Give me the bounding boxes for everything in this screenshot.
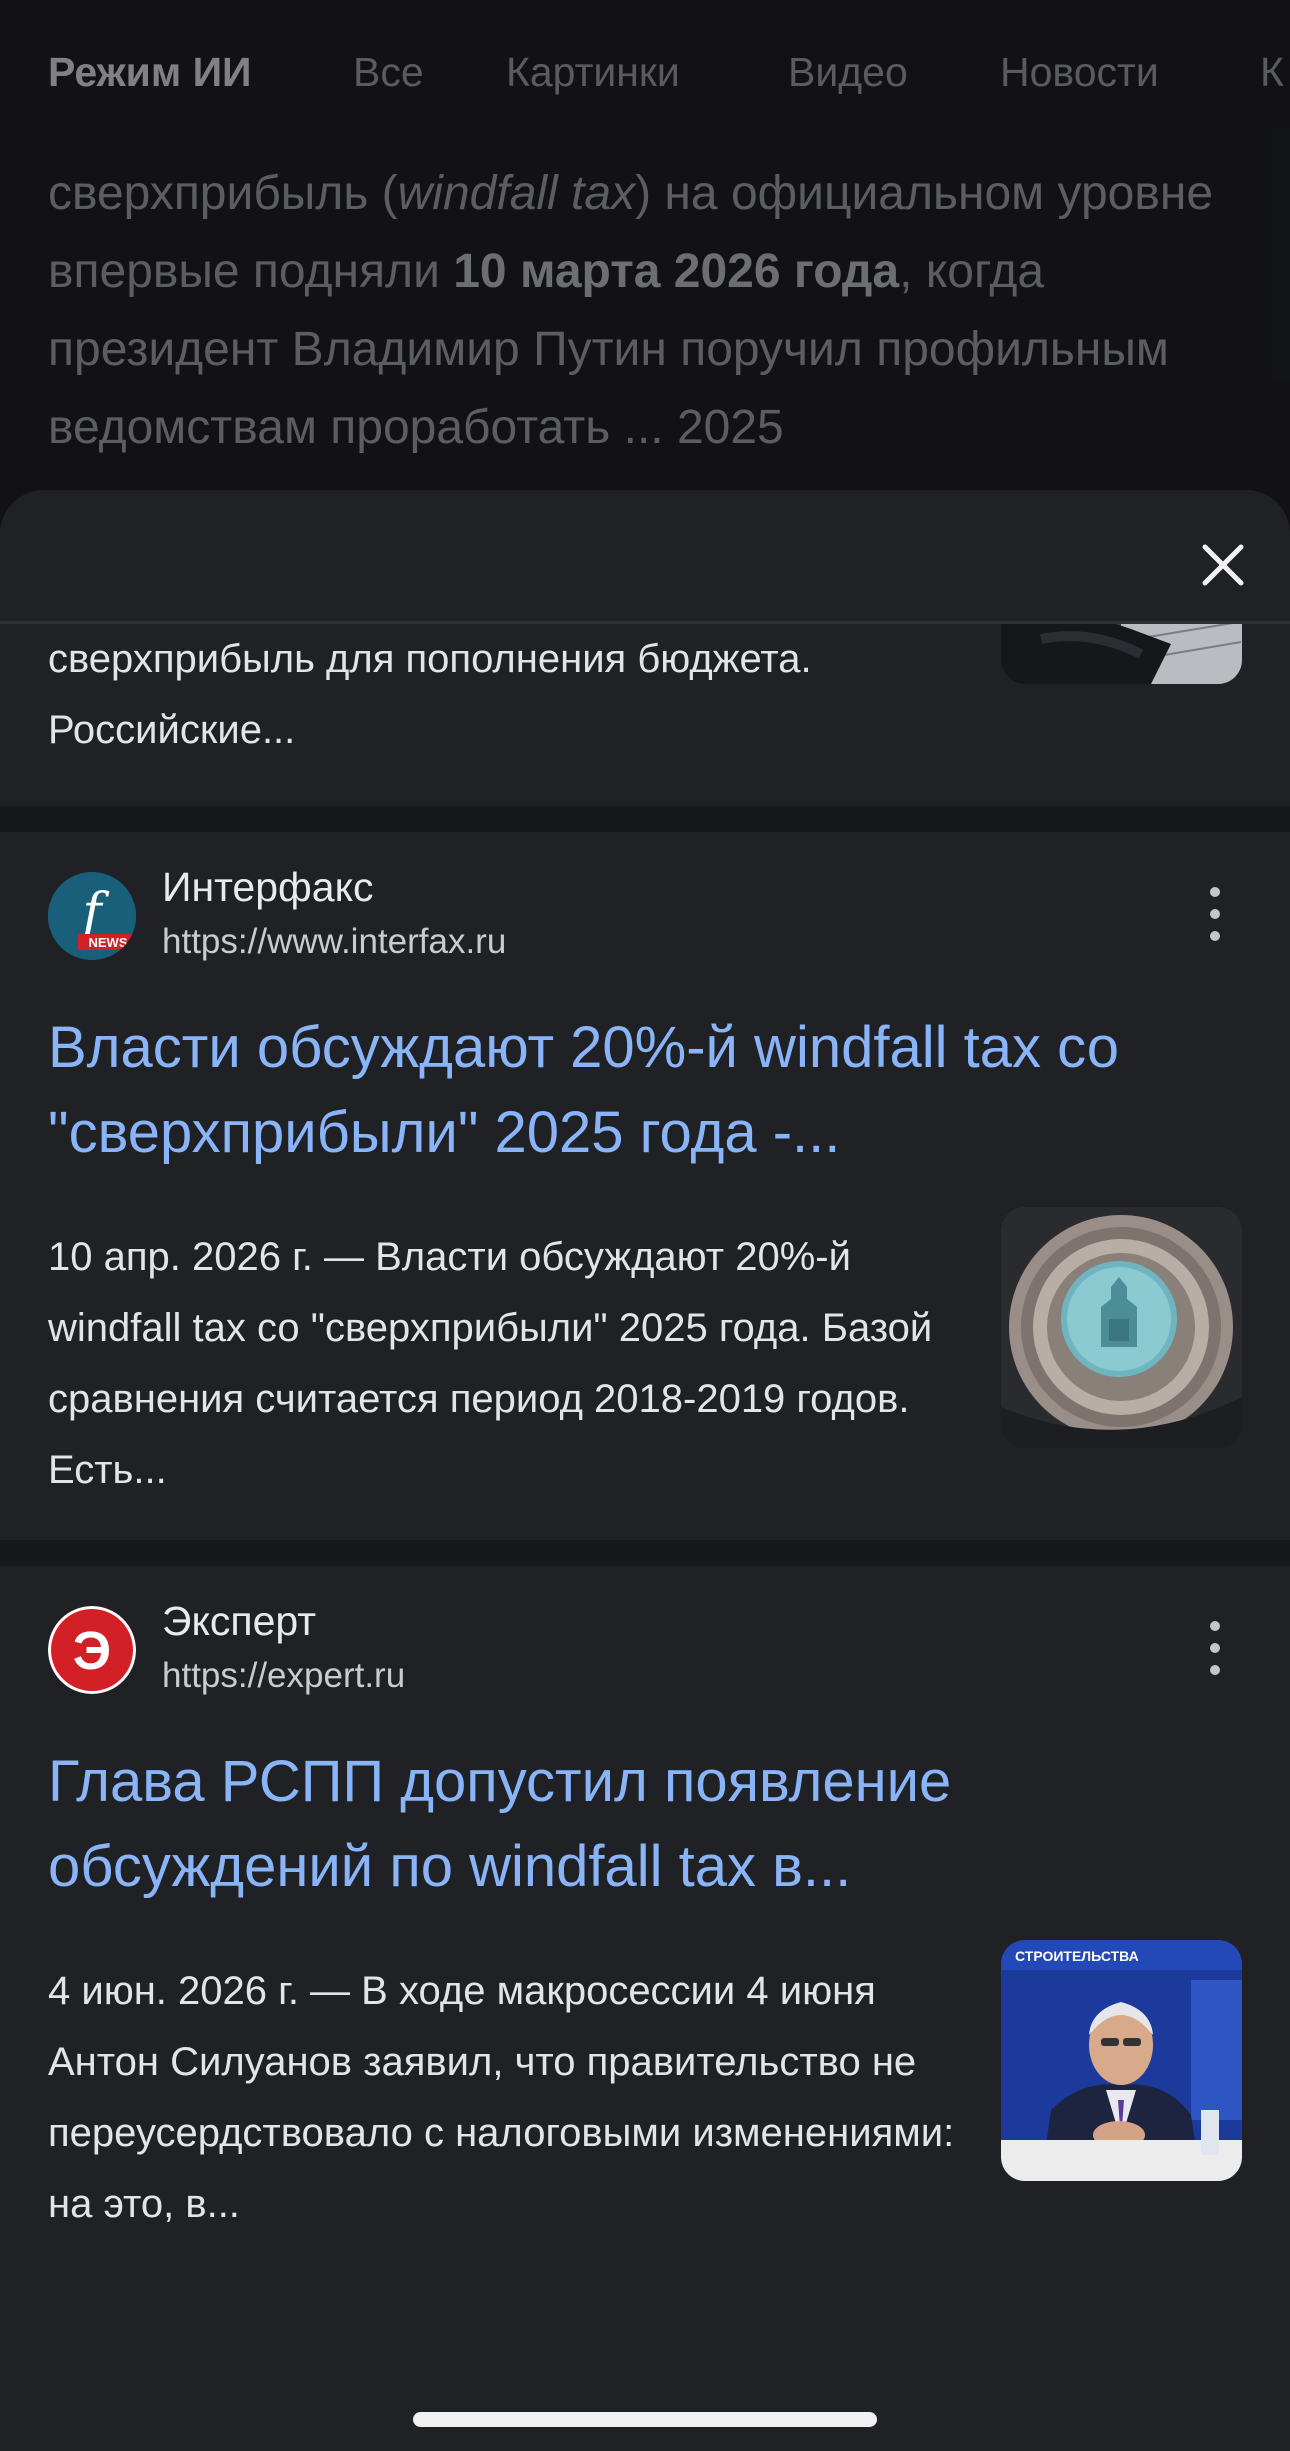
close-button[interactable] [1188,530,1258,600]
result-thumbnail[interactable] [1001,1207,1242,1448]
sources-bottom-sheet: сверхприбыль для пополнения бюджета. Рос… [0,490,1290,2451]
svg-text:Э: Э [73,1621,111,1681]
source-name: Интерфакс [162,864,374,910]
card-separator [0,806,1290,832]
result-card-interfax[interactable]: f NEWS Интерфакс https://www.interfax.ru… [0,832,1290,1540]
source-name: Эксперт [162,1598,317,1644]
result-snippet: 10 апр. 2026 г. — Власти обсуждают 20%-й… [48,1235,933,1492]
svg-text:NEWS: NEWS [89,935,128,950]
sheet-header [0,490,1290,624]
close-icon [1202,544,1244,586]
background-page: Режим ИИ Все Картинки Видео Новости К св… [0,0,1290,520]
home-indicator[interactable] [413,2412,877,2427]
rolled-banknotes-image [1001,1207,1242,1448]
source-url: https://expert.ru [162,1656,406,1695]
result-snippet: 4 июн. 2026 г. — В ходе макросессии 4 ию… [48,1969,955,2226]
svg-text:СТРОИТЕЛЬСТВА: СТРОИТЕЛЬСТВА [1015,1948,1139,1964]
expert-logo-icon: Э [48,1606,136,1694]
result-card-previous[interactable]: сверхприбыль для пополнения бюджета. Рос… [0,584,1290,806]
result-title-link[interactable]: Власти обсуждают 20%-й windfall tax со "… [48,1005,1263,1175]
source-url: https://www.interfax.ru [162,922,507,961]
result-card-expert[interactable]: Э Эксперт https://expert.ru Глава РСПП д… [0,1566,1290,2451]
interfax-logo-icon: f NEWS [48,872,136,960]
more-options-icon[interactable] [1185,1603,1245,1693]
speaker-photo-image: СТРОИТЕЛЬСТВА [1001,1940,1242,2181]
result-title-link[interactable]: Глава РСПП допустил появление обсуждений… [48,1739,1263,1909]
more-options-icon[interactable] [1185,869,1245,959]
result-snippet: сверхприбыль для пополнения бюджета. Рос… [48,637,812,752]
card-separator [0,1540,1290,1566]
dim-overlay[interactable] [0,0,1290,520]
result-thumbnail[interactable]: СТРОИТЕЛЬСТВА [1001,1940,1242,2181]
